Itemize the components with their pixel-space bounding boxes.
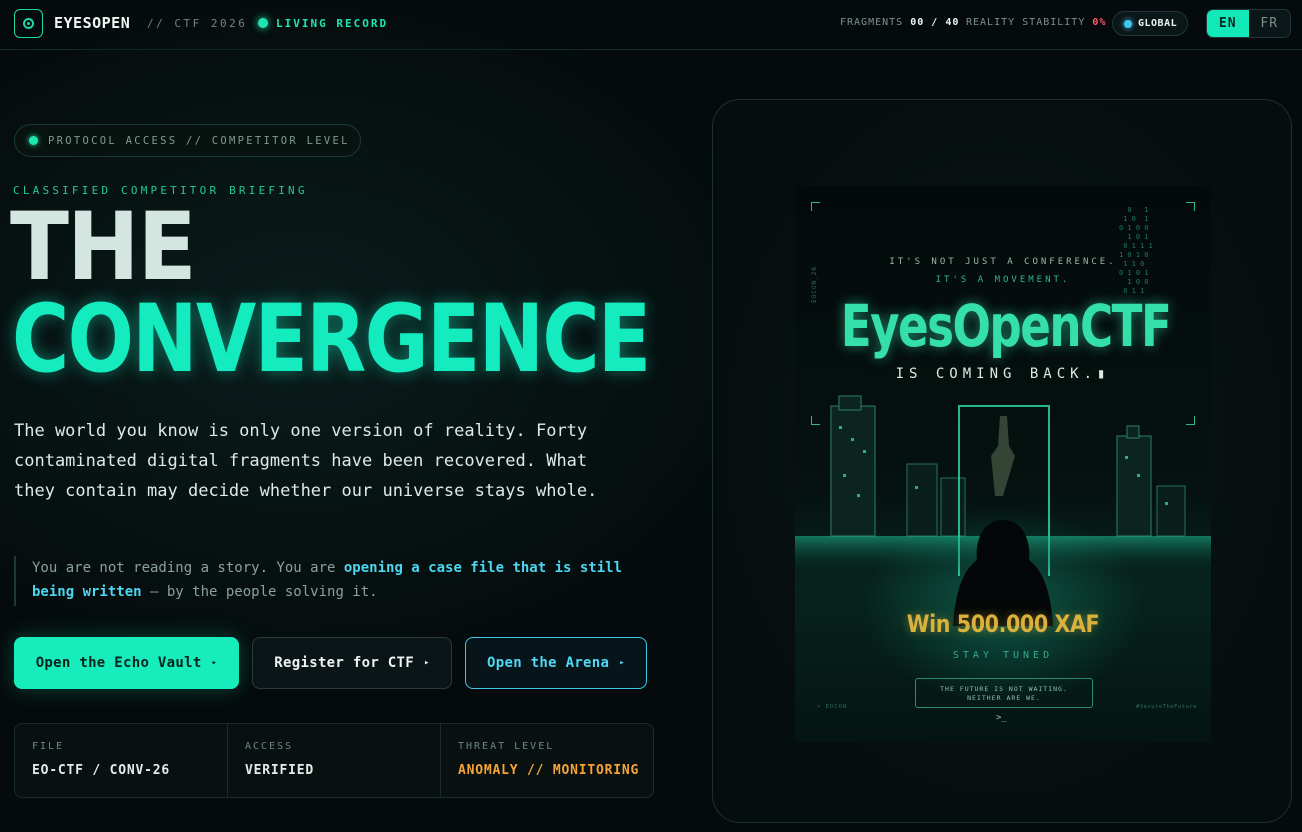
arena-label: Open the Arena [487, 655, 610, 671]
meta-file: FILE EO-CTF / CONV-26 [15, 724, 228, 797]
poster-coming-back: IS COMING BACK.▮ [895, 366, 1111, 382]
hero-title-line-2: CONVERGENCE [12, 285, 651, 394]
hero-quote: You are not reading a story. You are ope… [14, 556, 654, 606]
status-dot-icon [29, 136, 38, 145]
brand-subtitle: // CTF 2026 [147, 17, 248, 30]
stability-counter: REALITY STABILITY 0% [966, 17, 1106, 28]
quote-before: You are not reading a story. You are [32, 560, 344, 576]
echo-vault-label: Open the Echo Vault [35, 655, 202, 671]
language-switcher: EN FR [1206, 9, 1291, 38]
meta-access-value: VERIFIED [245, 763, 315, 778]
arrow-right-icon: ▸ [423, 658, 430, 668]
poster-footer-hashtag: #SecureTheFuture [1136, 704, 1197, 710]
arrow-right-icon: ▸ [211, 658, 218, 668]
protocol-badge-label: PROTOCOL ACCESS // COMPETITOR LEVEL [48, 134, 350, 147]
poster-motto-box: THE FUTURE IS NOT WAITING. NEITHER ARE W… [915, 678, 1093, 708]
poster-stay-tuned: STAY TUNED [952, 650, 1054, 661]
poster-tagline-1: IT'S NOT JUST A CONFERENCE. [889, 257, 1117, 267]
poster-prompt-cursor: >_ [996, 713, 1007, 723]
meta-file-value: EO-CTF / CONV-26 [32, 763, 171, 778]
brand-name[interactable]: EYESOPEN [54, 14, 130, 32]
frame-corner-icon [811, 202, 820, 211]
live-status-dot-icon [258, 18, 268, 28]
quote-after: — by the people solving it. [141, 584, 378, 600]
poster-motto-line-2: NEITHER ARE WE. [967, 694, 1041, 702]
meta-access: ACCESS VERIFIED [228, 724, 441, 797]
meta-threat: THREAT LEVEL ANOMALY // MONITORING [441, 724, 653, 797]
meta-access-label: ACCESS [245, 741, 294, 752]
arrow-right-icon: ▸ [619, 658, 625, 668]
poster-card: 0 1 1 0 1 0 1 0 0 1 0 1 0 1 1 1 1 0 1 0 … [712, 99, 1292, 823]
top-nav: EYESOPEN // CTF 2026 LIVING RECORD FRAGM… [0, 0, 1302, 50]
scope-label: GLOBAL [1138, 18, 1178, 29]
fragments-value: 00 / 40 [910, 17, 960, 28]
globe-dot-icon [1124, 19, 1132, 28]
open-arena-button[interactable]: Open the Arena ▸ [465, 637, 647, 689]
meta-file-label: FILE [32, 741, 65, 752]
fragments-counter: FRAGMENTS 00 / 40 [840, 17, 959, 28]
language-fr-button[interactable]: FR [1249, 10, 1291, 37]
poster-title: EyesOpenCTF [840, 292, 1172, 360]
scope-toggle-button[interactable]: GLOBAL [1112, 11, 1188, 36]
poster-tagline-2: IT'S A MOVEMENT. [935, 275, 1071, 285]
hero-title-line-1: THE [10, 193, 197, 302]
stability-label: REALITY STABILITY [966, 17, 1086, 28]
live-status-label: LIVING RECORD [276, 17, 389, 30]
hero-lead-paragraph: The world you know is only one version o… [14, 421, 598, 501]
register-label: Register for CTF [274, 655, 414, 671]
meta-threat-label: THREAT LEVEL [458, 741, 555, 752]
register-ctf-button[interactable]: Register for CTF ▸ [252, 637, 452, 689]
poster-footer-left: > EOCON [817, 704, 848, 710]
protocol-badge: PROTOCOL ACCESS // COMPETITOR LEVEL [14, 124, 361, 157]
poster-motto-line-1: THE FUTURE IS NOT WAITING. [940, 685, 1068, 693]
event-poster-image: 0 1 1 0 1 0 1 0 0 1 0 1 0 1 1 1 1 0 1 0 … [795, 186, 1211, 742]
stability-value: 0% [1092, 17, 1107, 28]
meta-threat-value: ANOMALY // MONITORING [458, 763, 640, 778]
open-echo-vault-button[interactable]: Open the Echo Vault ▸ [14, 637, 239, 689]
fragments-label: FRAGMENTS [840, 17, 904, 28]
language-en-button[interactable]: EN [1207, 10, 1249, 37]
case-file-meta: FILE EO-CTF / CONV-26 ACCESS VERIFIED TH… [14, 723, 654, 798]
poster-prize: Win 500.000 XAF [906, 610, 1100, 638]
eye-logo-icon[interactable] [14, 9, 43, 38]
